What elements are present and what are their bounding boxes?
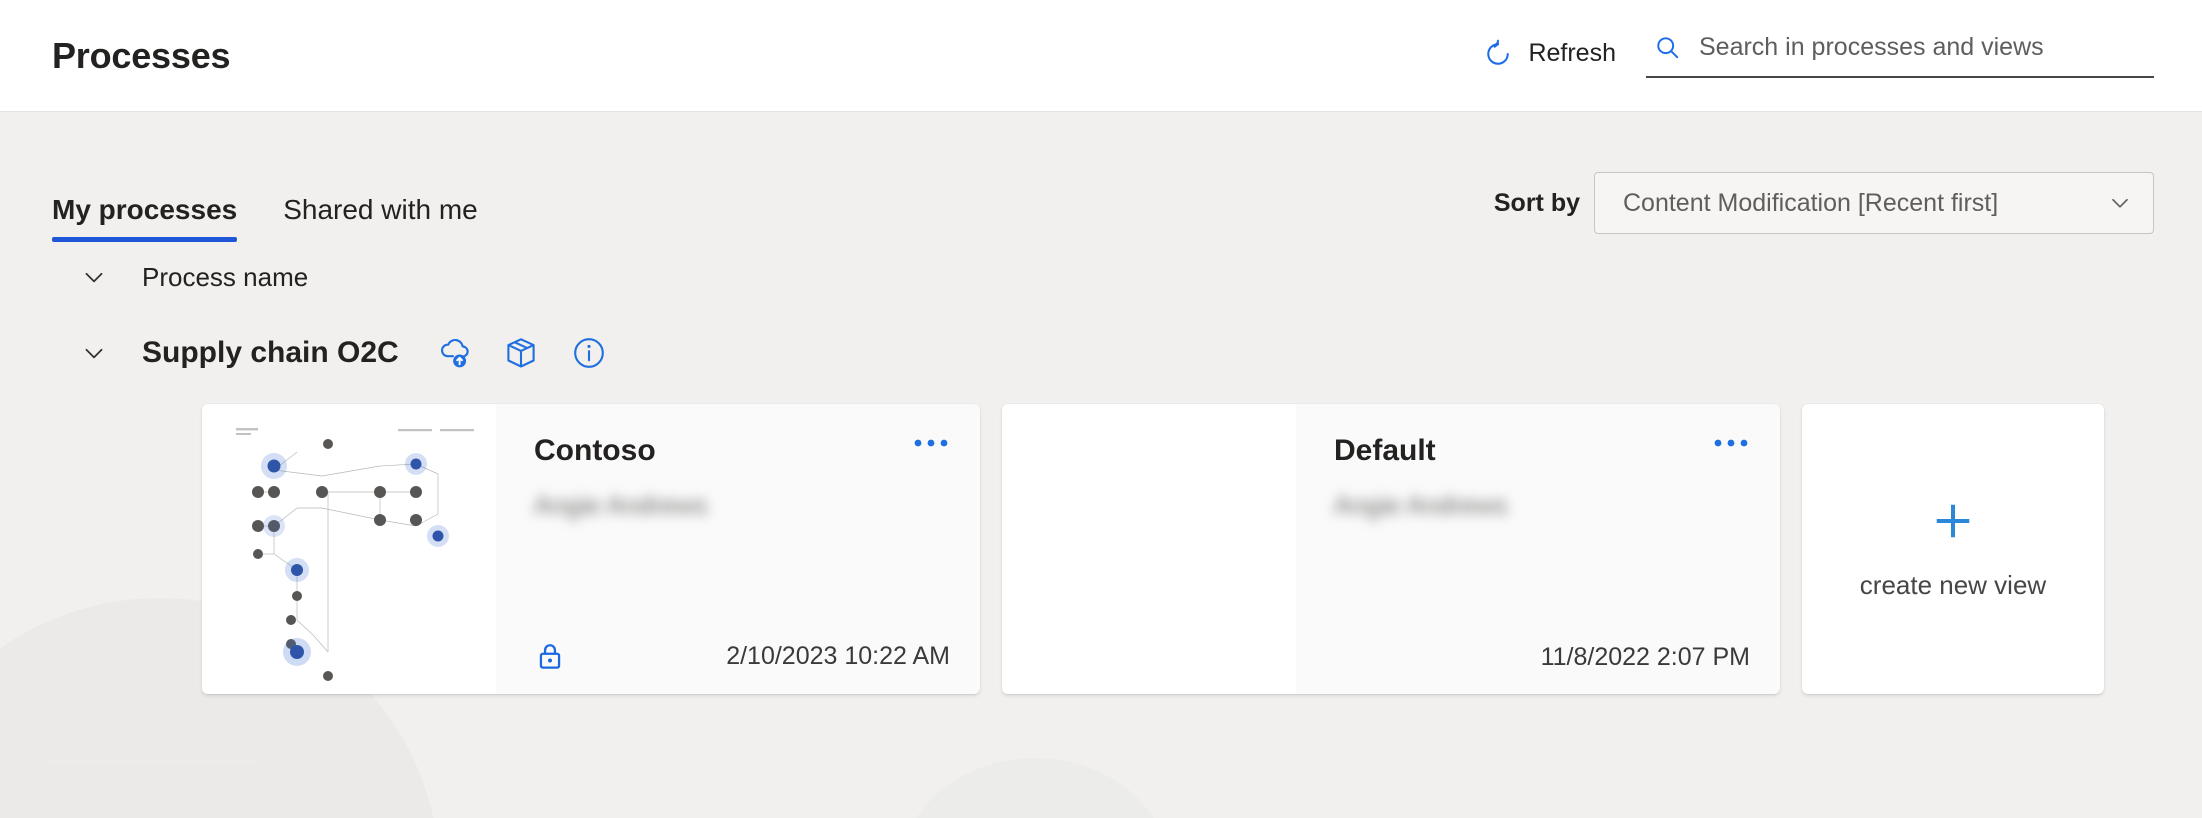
background-line bbox=[48, 760, 258, 763]
ellipsis-horizontal-icon[interactable] bbox=[1712, 434, 1750, 452]
view-card-contoso[interactable]: Contoso Angie Andrews 2/10/2023 10:22 AM bbox=[202, 404, 980, 694]
tab-shared-with-me[interactable]: Shared with me bbox=[283, 194, 478, 242]
search-box[interactable] bbox=[1646, 29, 2154, 78]
cloud-upload-icon[interactable] bbox=[435, 335, 471, 371]
sort-by-label: Sort by bbox=[1493, 188, 1580, 217]
chevron-down-icon[interactable] bbox=[72, 255, 116, 299]
package-box-icon[interactable] bbox=[503, 335, 539, 371]
lock-closed-icon bbox=[534, 640, 566, 672]
refresh-label: Refresh bbox=[1528, 39, 1616, 67]
tab-list: My processes Shared with me bbox=[52, 194, 478, 242]
ellipsis-horizontal-icon[interactable] bbox=[912, 434, 950, 452]
create-new-view-label: create new view bbox=[1859, 569, 2047, 600]
view-card-header: Default bbox=[1334, 434, 1750, 468]
view-card-thumbnail-empty bbox=[1002, 404, 1296, 694]
process-map-thumbnail bbox=[202, 404, 496, 694]
refresh-circular-arrow-icon bbox=[1483, 39, 1513, 69]
view-card-body: Default Angie Andrews 11/8/2022 2:07 PM bbox=[1296, 404, 1780, 694]
process-row-actions bbox=[435, 335, 607, 371]
chevron-down-icon[interactable] bbox=[72, 331, 116, 375]
search-magnifier-icon bbox=[1654, 34, 1681, 61]
view-card-body: Contoso Angie Andrews 2/10/2023 10:22 AM bbox=[496, 404, 980, 694]
sort-by-dropdown[interactable]: Content Modification [Recent first] bbox=[1594, 172, 2154, 234]
info-circle-icon[interactable] bbox=[571, 335, 607, 371]
view-card-author: Angie Andrews bbox=[1334, 490, 1508, 520]
view-card-date: 11/8/2022 2:07 PM bbox=[1540, 643, 1750, 671]
view-card-header: Contoso bbox=[534, 434, 950, 468]
process-list: Process name Supply chain O2C Contoso An… bbox=[0, 242, 2202, 694]
view-card-default[interactable]: Default Angie Andrews 11/8/2022 2:07 PM bbox=[1002, 404, 1780, 694]
app-header: Processes Refresh bbox=[0, 0, 2202, 112]
background-blob-center bbox=[900, 758, 1170, 818]
plus-icon bbox=[1930, 498, 1976, 544]
header-actions: Refresh bbox=[1483, 29, 2154, 82]
create-new-view-card[interactable]: create new view bbox=[1802, 404, 2104, 694]
page-title: Processes bbox=[52, 34, 231, 76]
process-name-column-label: Process name bbox=[142, 261, 309, 292]
view-card-footer: 2/10/2023 10:22 AM bbox=[534, 640, 950, 672]
chevron-down-icon bbox=[2107, 190, 2133, 216]
process-name-header-row: Process name bbox=[52, 242, 2150, 312]
view-card-date: 2/10/2023 10:22 AM bbox=[726, 641, 950, 670]
sort-by-value: Content Modification [Recent first] bbox=[1623, 188, 1999, 217]
view-card-footer: 11/8/2022 2:07 PM bbox=[1334, 643, 1750, 672]
refresh-button[interactable]: Refresh bbox=[1483, 39, 1616, 69]
search-input[interactable] bbox=[1699, 33, 2146, 62]
process-row-supply-chain-o2c: Supply chain O2C bbox=[52, 312, 2150, 394]
view-card-list: Contoso Angie Andrews 2/10/2023 10:22 AM… bbox=[52, 394, 2150, 694]
view-card-title: Default bbox=[1334, 434, 1436, 467]
process-name-label: Supply chain O2C bbox=[142, 336, 399, 369]
view-card-title: Contoso bbox=[534, 434, 656, 467]
tab-my-processes[interactable]: My processes bbox=[52, 194, 238, 242]
sort-control: Sort by Content Modification [Recent fir… bbox=[1494, 172, 2154, 242]
sub-toolbar: My processes Shared with me Sort by Cont… bbox=[0, 112, 2202, 242]
view-card-author: Angie Andrews bbox=[534, 490, 708, 520]
